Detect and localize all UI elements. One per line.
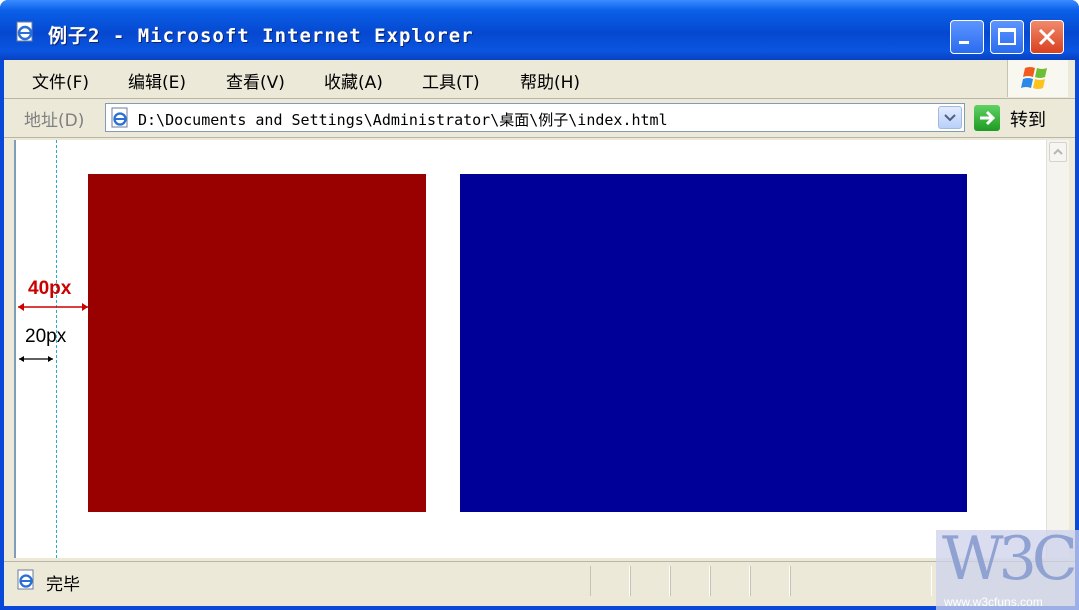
page-viewport: 40px 20px: [14, 140, 1069, 558]
go-button[interactable]: 转到: [972, 104, 1067, 132]
go-label: 转到: [1010, 110, 1046, 131]
address-input[interactable]: D:\Documents and Settings\Administrator\…: [105, 103, 965, 132]
chevron-up-icon: [1053, 148, 1063, 155]
status-pane: [750, 566, 790, 596]
menu-bar: 文件(F) 编辑(E) 查看(V) 收藏(A) 工具(T) 帮助(H): [4, 60, 1075, 99]
ie-page-icon: [17, 569, 34, 590]
w3c-watermark-logo: W3C www.w3cfuns.com: [936, 524, 1079, 610]
title-bar[interactable]: 例子2 - Microsoft Internet Explorer: [0, 0, 1079, 60]
blue-box: [460, 174, 967, 512]
status-text: 完毕: [46, 575, 80, 595]
status-pane: [670, 566, 710, 596]
dimension-arrow-20px: [19, 356, 53, 362]
windows-logo-icon: [1007, 60, 1068, 97]
menu-file[interactable]: 文件(F): [32, 68, 89, 93]
dimension-arrow-40px: [18, 303, 88, 311]
close-button[interactable]: [1030, 20, 1064, 54]
address-value: D:\Documents and Settings\Administrator\…: [138, 111, 668, 129]
menu-favorites[interactable]: 收藏(A): [324, 68, 383, 93]
ie-page-icon: [16, 21, 33, 42]
minimize-icon: [959, 41, 969, 44]
red-box: [88, 174, 426, 512]
ie-client-area: 文件(F) 编辑(E) 查看(V) 收藏(A) 工具(T) 帮助(H) 地址(D…: [4, 60, 1075, 606]
ie-window: 例子2 - Microsoft Internet Explorer 文件(F) …: [0, 0, 1079, 610]
watermark-url: www.w3cfuns.com: [944, 595, 1043, 609]
watermark-logo-text: W3C: [942, 524, 1078, 594]
menu-tools[interactable]: 工具(T): [422, 68, 480, 93]
maximize-button[interactable]: [990, 20, 1024, 54]
status-pane: [710, 566, 750, 596]
go-arrow-icon: [974, 105, 1000, 131]
address-label: 地址(D): [24, 111, 85, 131]
close-icon: [1038, 28, 1056, 46]
chevron-down-icon: [944, 114, 956, 122]
menu-help[interactable]: 帮助(H): [520, 68, 580, 93]
address-dropdown-button[interactable]: [938, 106, 962, 129]
status-pane: [630, 566, 670, 596]
address-bar: 地址(D) D:\Documents and Settings\Administ…: [4, 99, 1075, 138]
status-zone-pane: [790, 566, 932, 596]
status-bar: 完毕: [4, 561, 1075, 601]
menu-view[interactable]: 查看(V): [226, 68, 285, 93]
window-title: 例子2 - Microsoft Internet Explorer: [48, 25, 474, 47]
minimize-button[interactable]: [950, 20, 984, 54]
dimension-arrows: [18, 303, 88, 362]
maximize-icon: [998, 28, 1016, 45]
scroll-up-button[interactable]: [1049, 142, 1067, 162]
vertical-scrollbar[interactable]: [1046, 140, 1069, 558]
ie-page-icon: [111, 107, 128, 128]
status-pane: [590, 566, 630, 596]
menu-edit[interactable]: 编辑(E): [128, 68, 186, 93]
